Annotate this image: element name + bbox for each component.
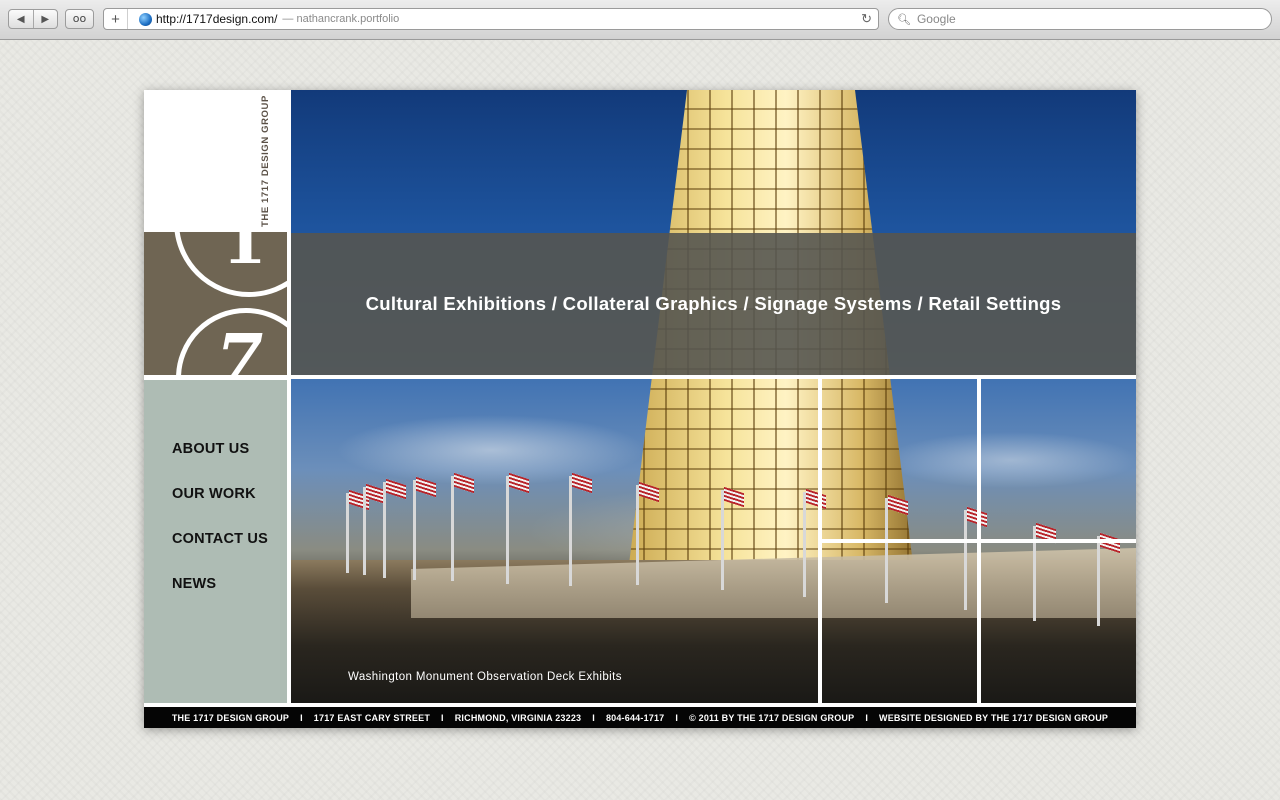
forward-button[interactable]: ▶ <box>34 10 58 28</box>
flag <box>569 476 572 586</box>
nav-link-our-work[interactable]: OUR WORK <box>172 486 256 502</box>
reader-button[interactable]: oo <box>65 9 94 29</box>
nav-link-about-us[interactable]: ABOUT US <box>172 441 249 457</box>
flag <box>803 492 806 597</box>
footer-separator: I <box>300 712 303 723</box>
back-button[interactable]: ◀ <box>9 10 34 28</box>
search-bar[interactable]: 🔍︎ <box>888 8 1272 30</box>
reload-icon[interactable]: ↻ <box>861 11 872 27</box>
flag <box>636 485 639 585</box>
browser-toolbar: ◀ ▶ oo + http://1717design.com/ — nathan… <box>0 0 1280 40</box>
page-title-text: — nathancrank.portfolio <box>282 13 400 25</box>
flag <box>383 482 386 578</box>
site-container: THE 1717 DESIGN GROUP 1 7 ABOUT US OUR W… <box>144 90 1136 728</box>
footer-copyright: © 2011 BY THE 1717 DESIGN GROUP <box>689 712 855 723</box>
logo-top-panel: THE 1717 DESIGN GROUP <box>144 90 287 232</box>
footer-separator: I <box>592 712 595 723</box>
flag <box>413 480 416 580</box>
search-icon: 🔍︎ <box>897 13 911 26</box>
flag <box>363 487 366 575</box>
logo-mark[interactable]: 1 7 <box>144 232 287 375</box>
hero-photo: Cultural Exhibitions / Collateral Graphi… <box>291 90 1136 703</box>
flag <box>346 493 349 573</box>
url-text[interactable]: http://1717design.com/ <box>156 12 277 26</box>
nav-item-work: OUR WORK <box>172 485 287 503</box>
footer-city: RICHMOND, VIRGINIA 23223 <box>454 712 582 723</box>
footer-separator: I <box>675 712 679 723</box>
history-buttons: ◀ ▶ <box>8 9 58 29</box>
footer-phone: 804-644-1717 <box>605 712 665 723</box>
main-navigation: ABOUT US OUR WORK CONTACT US NEWS <box>144 380 287 703</box>
nav-item-news: NEWS <box>172 575 287 593</box>
site-footer: THE 1717 DESIGN GROUP I 1717 EAST CARY S… <box>144 707 1136 728</box>
flag <box>721 490 724 590</box>
brand-vertical-text: THE 1717 DESIGN GROUP <box>260 95 271 227</box>
tagline-banner: Cultural Exhibitions / Collateral Graphi… <box>291 233 1136 375</box>
flag <box>1097 536 1100 626</box>
grid-line-horizontal-top <box>291 375 1136 379</box>
photo-caption: Washington Monument Observation Deck Exh… <box>348 671 622 683</box>
footer-street: 1717 EAST CARY STREET <box>313 712 431 723</box>
nav-item-contact: CONTACT US <box>172 530 287 548</box>
logo-digit-seven: 7 <box>216 320 264 375</box>
nav-item-about: ABOUT US <box>172 440 287 458</box>
footer-separator: I <box>441 712 444 723</box>
footer-separator: I <box>865 712 869 723</box>
flag <box>451 476 454 581</box>
search-input[interactable] <box>916 12 1257 26</box>
grid-line-horizontal-right <box>822 539 1136 543</box>
tagline-text: Cultural Exhibitions / Collateral Graphi… <box>365 293 1062 314</box>
flag <box>885 498 888 603</box>
add-bookmark-button[interactable]: + <box>104 9 128 29</box>
footer-credit: WEBSITE DESIGNED BY THE 1717 DESIGN GROU… <box>879 712 1109 723</box>
address-bar[interactable]: + http://1717design.com/ — nathancrank.p… <box>103 8 879 30</box>
nav-link-news[interactable]: NEWS <box>172 576 216 592</box>
footer-company: THE 1717 DESIGN GROUP <box>171 712 290 723</box>
nav-link-contact-us[interactable]: CONTACT US <box>172 531 268 547</box>
flag <box>964 510 967 610</box>
logo-digit-one: 1 <box>222 232 267 279</box>
globe-icon <box>139 12 152 26</box>
flag <box>506 476 509 584</box>
